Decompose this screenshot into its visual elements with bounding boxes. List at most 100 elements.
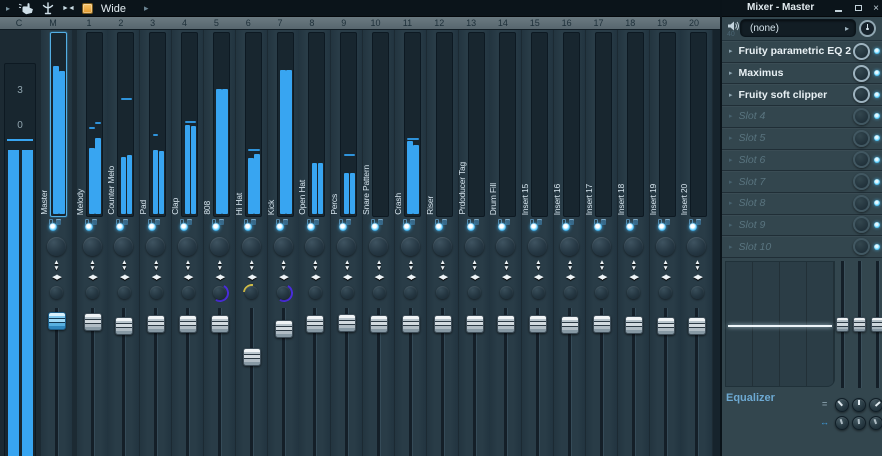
- volume-fader-handle[interactable]: [465, 315, 484, 333]
- volume-fader-handle[interactable]: [370, 315, 389, 333]
- stereo-sep-knob[interactable]: [627, 286, 641, 299]
- stereo-sep-knob[interactable]: [340, 286, 354, 299]
- stereo-sep-knob[interactable]: [436, 286, 450, 299]
- leftright-arrows-icon[interactable]: ◀▶: [659, 273, 673, 282]
- slot-enable-led[interactable]: [874, 48, 880, 55]
- view-mode-next-icon[interactable]: ▸: [144, 3, 149, 14]
- pan-knob[interactable]: [591, 237, 611, 256]
- view-mode-label[interactable]: Wide: [101, 3, 126, 15]
- leftright-arrows-icon[interactable]: ◀▶: [372, 273, 386, 282]
- mixer-strip-clap[interactable]: Clap ▲ ▼ ◀▶: [170, 30, 204, 456]
- leftright-arrows-icon[interactable]: ◀▶: [404, 273, 418, 282]
- mixer-strip-snare-pattern[interactable]: Snare Pattern ▲ ▼ ◀▶: [361, 30, 395, 456]
- mute-led[interactable]: [180, 223, 189, 231]
- effect-slot-10[interactable]: ▸ Slot 10: [722, 236, 882, 259]
- leftright-arrows-icon[interactable]: ◀▶: [181, 273, 195, 282]
- volume-fader-handle[interactable]: [210, 315, 229, 333]
- mixer-strip-808[interactable]: 808 ▲ ▼ ◀▶: [202, 30, 235, 456]
- eq-graph[interactable]: [725, 261, 835, 387]
- mixer-strip-crash[interactable]: Crash ▲ ▼ ◀▶: [393, 30, 426, 456]
- mixer-strip-insert-20[interactable]: Insert 20 ▲ ▼ ◀▶: [679, 30, 713, 456]
- mixer-strip-insert-15[interactable]: Insert 15 ▲ ▼ ◀▶: [520, 30, 554, 456]
- volume-fader-handle[interactable]: [624, 316, 643, 334]
- slot-enable-led[interactable]: [874, 200, 880, 207]
- effect-slot-1[interactable]: ▸ Fruity parametric EQ 2: [722, 41, 882, 63]
- mixer-strip-melody[interactable]: Melody ▲ ▼ ◀▶: [75, 30, 108, 456]
- stereo-sep-knob[interactable]: [595, 286, 609, 299]
- updown-arrows-icon[interactable]: ▲ ▼: [404, 260, 418, 271]
- effect-slot-5[interactable]: ▸ Slot 5: [722, 128, 882, 150]
- mute-led[interactable]: [371, 223, 380, 231]
- mute-led[interactable]: [689, 223, 698, 231]
- mixer-strip-riser[interactable]: Riser ▲ ▼ ◀▶: [425, 30, 458, 456]
- pan-knob[interactable]: [400, 237, 420, 256]
- slot-mix-knob[interactable]: [853, 107, 870, 125]
- leftright-arrows-icon[interactable]: ◀▶: [213, 273, 227, 282]
- pan-knob[interactable]: [464, 237, 484, 256]
- slot-mix-knob[interactable]: [853, 64, 870, 82]
- mute-led[interactable]: [211, 223, 220, 231]
- pan-knob[interactable]: [560, 237, 580, 256]
- updown-arrows-icon[interactable]: ▲ ▼: [531, 260, 545, 271]
- mute-led[interactable]: [339, 223, 348, 231]
- mute-led[interactable]: [148, 223, 157, 231]
- leftright-arrows-icon[interactable]: ◀▶: [117, 273, 131, 282]
- updown-arrows-icon[interactable]: ▲ ▼: [213, 260, 227, 271]
- slot-enable-led[interactable]: [874, 178, 880, 185]
- slot-chevron-icon[interactable]: ▸: [729, 156, 733, 164]
- stereo-sep-knob[interactable]: [86, 286, 99, 299]
- eq-curve-line[interactable]: [728, 325, 832, 327]
- eq-band-slider-handle[interactable]: [835, 317, 849, 332]
- mixer-strip-open-hat[interactable]: Open Hat ▲ ▼ ◀▶: [297, 30, 331, 456]
- slot-chevron-icon[interactable]: ▸: [729, 199, 733, 207]
- audio-input-select[interactable]: (none) ▸: [740, 19, 856, 37]
- view-color-icon[interactable]: [81, 3, 93, 14]
- effect-slot-7[interactable]: ▸ Slot 7: [722, 171, 882, 193]
- pan-knob[interactable]: [655, 237, 675, 256]
- mute-led[interactable]: [84, 223, 93, 231]
- updown-arrows-icon[interactable]: ▲ ▼: [436, 260, 450, 271]
- pan-knob[interactable]: [209, 237, 229, 256]
- mixer-strip-insert-17[interactable]: Insert 17 ▲ ▼ ◀▶: [584, 30, 617, 456]
- close-button[interactable]: ×: [868, 1, 882, 15]
- slot-chevron-icon[interactable]: ▸: [729, 178, 733, 186]
- slot-mix-knob[interactable]: [853, 216, 870, 234]
- slot-enable-led[interactable]: [874, 70, 880, 77]
- updown-arrows-icon[interactable]: ▲ ▼: [277, 260, 291, 271]
- pan-knob[interactable]: [241, 237, 261, 256]
- eq-freq-knob-1[interactable]: [835, 416, 849, 430]
- mixer-strip-master[interactable]: Master ▲ ▼ ◀▶: [39, 30, 72, 456]
- mute-led[interactable]: [625, 223, 634, 231]
- leftright-arrows-icon[interactable]: ◀▶: [149, 273, 163, 282]
- stereo-sep-knob[interactable]: [372, 286, 386, 299]
- volume-fader-handle[interactable]: [497, 315, 516, 333]
- pan-knob[interactable]: [46, 237, 66, 256]
- stereo-sep-knob[interactable]: [50, 286, 63, 299]
- mute-led[interactable]: [593, 223, 602, 231]
- plugin-picker-icon[interactable]: [42, 2, 54, 15]
- slot-enable-led[interactable]: [874, 91, 880, 98]
- effect-slot-9[interactable]: ▸ Slot 9: [722, 215, 882, 237]
- minimize-button[interactable]: [830, 1, 846, 15]
- stereo-sep-knob[interactable]: [563, 286, 577, 299]
- volume-fader-handle[interactable]: [401, 315, 420, 333]
- pan-knob[interactable]: [369, 237, 389, 256]
- volume-fader-handle[interactable]: [592, 315, 611, 333]
- leftright-arrows-icon[interactable]: ◀▶: [308, 273, 322, 282]
- eq-freq-knob-2[interactable]: [852, 416, 866, 430]
- volume-fader-handle[interactable]: [47, 312, 66, 330]
- mixer-strip-percs[interactable]: Percs ▲ ▼ ◀▶: [329, 30, 363, 456]
- eq-band-slider-handle[interactable]: [853, 317, 866, 332]
- slot-chevron-icon[interactable]: ▸: [729, 243, 733, 251]
- stereo-sep-knob[interactable]: [690, 286, 704, 299]
- slot-mix-knob[interactable]: [853, 238, 870, 256]
- mixer-menu-icon[interactable]: ▸: [6, 4, 10, 13]
- volume-fader-handle[interactable]: [656, 317, 675, 335]
- updown-arrows-icon[interactable]: ▲ ▼: [245, 260, 259, 271]
- stereo-sep-knob[interactable]: [308, 286, 322, 299]
- slot-enable-led[interactable]: [874, 243, 880, 250]
- volume-fader-handle[interactable]: [83, 313, 102, 331]
- stereo-sep-knob[interactable]: [499, 286, 513, 299]
- effect-slot-8[interactable]: ▸ Slot 8: [722, 193, 882, 215]
- volume-fader-handle[interactable]: [306, 315, 325, 333]
